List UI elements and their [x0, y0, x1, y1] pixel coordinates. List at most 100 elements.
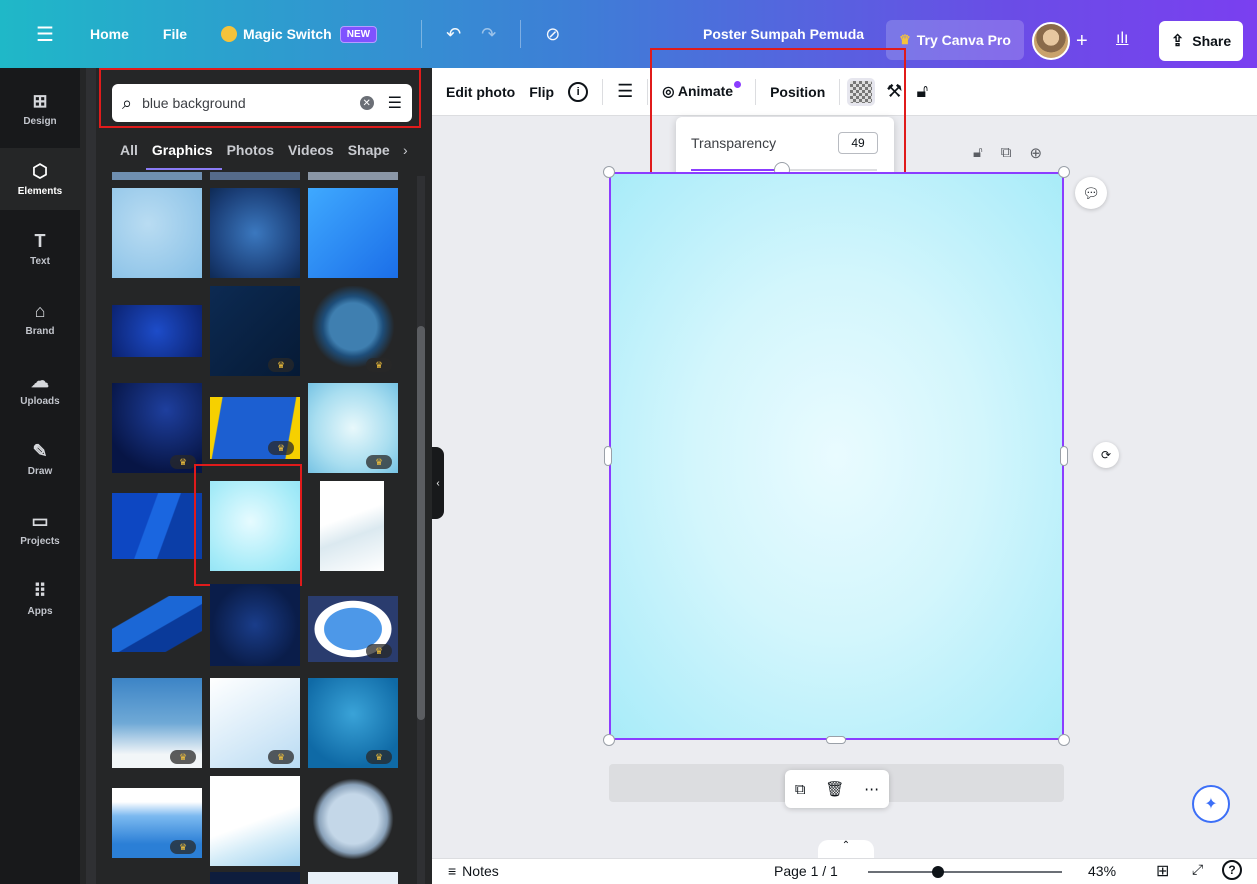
clear-search-icon[interactable]: ✕: [359, 96, 374, 110]
graphic-thumbnail[interactable]: [308, 776, 398, 862]
graphic-thumbnail[interactable]: [112, 493, 202, 559]
rail-item-projects[interactable]: ▭ Projects: [0, 498, 80, 560]
notes-button[interactable]: ≡ Notes: [448, 863, 499, 879]
graphic-thumbnail[interactable]: ♛: [308, 286, 398, 376]
graphic-thumbnail[interactable]: ♛: [210, 678, 300, 768]
graphic-thumbnail[interactable]: [112, 172, 202, 180]
file-menu[interactable]: File: [163, 26, 187, 42]
edit-photo-button[interactable]: Edit photo: [446, 84, 515, 100]
graphic-thumbnail[interactable]: [308, 188, 398, 278]
tab-all[interactable]: All: [120, 142, 138, 158]
graphic-thumbnail[interactable]: ♛: [210, 286, 300, 376]
lock-page-icon[interactable]: 🔓︎: [973, 144, 983, 162]
menu-lines-icon[interactable]: ☰: [617, 81, 633, 102]
rail-item-brand[interactable]: ⌂ Brand: [0, 288, 80, 350]
add-comment-icon[interactable]: 💬︎: [1075, 177, 1107, 209]
resize-handle[interactable]: [1060, 446, 1068, 466]
resize-handle[interactable]: [1058, 166, 1070, 178]
tab-shapes[interactable]: Shape: [348, 142, 390, 158]
transparency-value-input[interactable]: 49: [838, 132, 878, 154]
fullscreen-icon[interactable]: ⤢: [1192, 861, 1203, 878]
rail-item-elements[interactable]: ⬡ Elements: [0, 148, 80, 210]
graphic-thumbnail[interactable]: [210, 481, 300, 571]
premium-crown-icon: ♛: [268, 358, 294, 372]
grid-view-icon[interactable]: ⊞: [1156, 861, 1169, 881]
search-input[interactable]: [142, 95, 360, 111]
crown-icon: ♛: [899, 32, 911, 47]
document-title[interactable]: Poster Sumpah Pemuda: [703, 26, 864, 42]
animate-button[interactable]: ◎ Animate: [662, 81, 742, 100]
rotate-icon[interactable]: ⟳: [1093, 442, 1119, 468]
zoom-slider-handle[interactable]: [932, 866, 944, 878]
tab-videos[interactable]: Videos: [288, 142, 334, 158]
rail-item-uploads[interactable]: ☁ Uploads: [0, 358, 80, 420]
add-collaborator-icon[interactable]: +: [1076, 30, 1088, 53]
graphic-thumbnail[interactable]: ♛: [308, 596, 398, 662]
rail-item-draw[interactable]: ✎ Draw: [0, 428, 80, 490]
avatar[interactable]: [1032, 22, 1070, 60]
graphic-thumbnail[interactable]: [112, 305, 202, 357]
graphic-thumbnail[interactable]: [320, 481, 384, 571]
more-icon[interactable]: ⋯: [864, 780, 879, 798]
panel-scrollbar[interactable]: [86, 68, 96, 884]
undo-icon[interactable]: ↶: [446, 24, 461, 45]
graphic-thumbnail[interactable]: [112, 188, 202, 278]
chevron-up-icon[interactable]: ⌃: [818, 840, 874, 858]
delete-icon[interactable]: 🗑︎: [825, 780, 844, 798]
rail-item-design[interactable]: ⊞ Design: [0, 78, 80, 140]
design-page[interactable]: [609, 172, 1064, 740]
graphic-thumbnail[interactable]: [210, 172, 300, 180]
resize-handle[interactable]: [604, 446, 612, 466]
zoom-slider-track[interactable]: [868, 871, 1062, 873]
add-page-icon[interactable]: ⊕: [1029, 144, 1042, 162]
graphic-thumbnail[interactable]: [210, 584, 300, 666]
rail-item-apps[interactable]: ⠿ Apps: [0, 568, 80, 630]
tab-graphics[interactable]: Graphics: [152, 142, 213, 158]
graphic-thumbnail[interactable]: [112, 596, 202, 652]
magic-switch-button[interactable]: Magic Switch NEW: [221, 25, 378, 43]
graphic-thumbnail[interactable]: ♛: [112, 788, 202, 858]
graphic-thumbnail[interactable]: ♛: [112, 383, 202, 473]
try-canva-pro-button[interactable]: ♛ Try Canva Pro: [886, 20, 1024, 60]
duplicate-page-icon[interactable]: ⧉: [1001, 144, 1012, 162]
canvas-scrollbar[interactable]: [1242, 116, 1257, 836]
menu-icon[interactable]: ☰: [0, 0, 90, 68]
analytics-icon[interactable]: ılı: [1116, 30, 1128, 48]
rail-item-text[interactable]: T Text: [0, 218, 80, 280]
graphic-thumbnail[interactable]: ♛: [210, 397, 300, 459]
lock-icon[interactable]: 🔓︎: [916, 81, 928, 102]
search-box[interactable]: ⌕ ✕ ☰: [112, 84, 412, 122]
graphic-thumbnail[interactable]: [308, 872, 398, 884]
graphic-thumbnail[interactable]: [210, 872, 300, 884]
chevron-right-icon[interactable]: ›: [403, 142, 408, 158]
magic-sparkle-button[interactable]: ✦: [1192, 785, 1230, 823]
home-link[interactable]: Home: [90, 26, 129, 42]
info-icon[interactable]: i: [568, 81, 589, 102]
filter-icon[interactable]: ☰: [388, 93, 402, 113]
share-button[interactable]: ⇪ Share: [1159, 21, 1243, 61]
graphic-thumbnail[interactable]: ♛: [308, 383, 398, 473]
page-indicator[interactable]: Page 1 / 1: [774, 863, 838, 879]
help-icon[interactable]: ?: [1222, 860, 1242, 880]
zoom-level[interactable]: 43%: [1088, 863, 1116, 879]
redo-icon[interactable]: ↷: [481, 24, 496, 45]
paint-roller-icon[interactable]: ⚒: [886, 81, 902, 102]
graphic-thumbnail[interactable]: [210, 188, 300, 278]
premium-crown-icon: ♛: [366, 644, 392, 658]
resize-handle[interactable]: [826, 736, 846, 744]
duplicate-icon[interactable]: ⧉: [795, 781, 806, 798]
results-scrollbar-thumb[interactable]: [417, 326, 425, 720]
resize-handle[interactable]: [603, 734, 615, 746]
tab-photos[interactable]: Photos: [227, 142, 274, 158]
resize-handle[interactable]: [1058, 734, 1070, 746]
flip-button[interactable]: Flip: [529, 84, 554, 100]
graphic-thumbnail[interactable]: ♛: [308, 678, 398, 768]
graphic-thumbnail[interactable]: [308, 172, 398, 180]
graphic-thumbnail[interactable]: ♛: [112, 678, 202, 768]
position-button[interactable]: Position: [770, 84, 825, 100]
graphic-thumbnail[interactable]: [210, 776, 300, 866]
resize-handle[interactable]: [603, 166, 615, 178]
collapse-panel-button[interactable]: ‹: [432, 447, 444, 519]
cloud-saved-icon[interactable]: ⊘: [545, 24, 560, 45]
transparency-icon[interactable]: [847, 77, 876, 106]
